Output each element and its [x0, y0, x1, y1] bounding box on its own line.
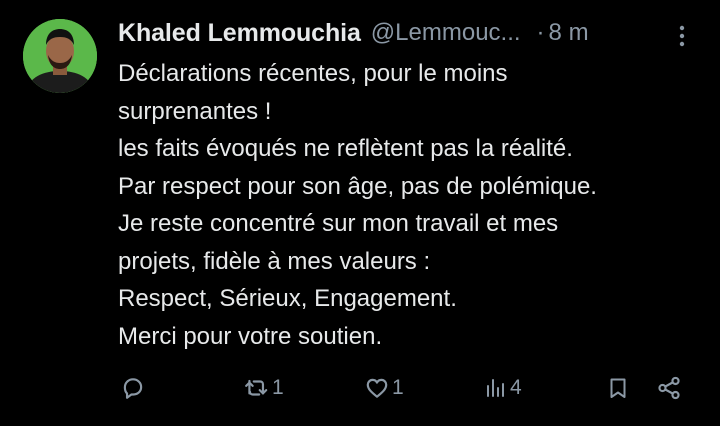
tweet-line: surprenantes !: [118, 97, 272, 125]
bookmark-button[interactable]: [606, 370, 630, 406]
retweet-count: 1: [272, 376, 284, 399]
tweet-line: projets, fidèle à mes valeurs :: [118, 247, 431, 275]
views-button[interactable]: 4: [484, 370, 522, 406]
author-name[interactable]: Khaled Lemmouchia: [118, 19, 361, 48]
tweet-line: Par respect pour son âge, pas de polémiq…: [118, 172, 597, 200]
avatar[interactable]: [23, 19, 97, 93]
profile-photo: [23, 19, 97, 93]
tweet-text: Déclarations récentes, pour le moins sur…: [118, 55, 708, 355]
more-icon[interactable]: [674, 22, 690, 50]
reply-button[interactable]: [120, 370, 148, 406]
tweet-line: les faits évoqués ne reflètent pas la ré…: [118, 135, 573, 162]
separator: ·: [536, 19, 545, 46]
tweet[interactable]: Khaled Lemmouchia @Lemmouc... · 8 m Décl…: [0, 0, 720, 426]
action-bar: 1 1 4: [0, 370, 720, 410]
heart-icon: [366, 378, 388, 398]
tweet-header: Khaled Lemmouchia @Lemmouc... · 8 m: [118, 16, 698, 50]
bookmark-icon: [610, 378, 626, 398]
retweet-button[interactable]: 1: [244, 370, 284, 406]
tweet-line: Merci pour votre soutien.: [118, 322, 383, 350]
like-button[interactable]: 1: [364, 370, 404, 406]
reply-icon: [123, 378, 143, 399]
tweet-line: Déclarations récentes, pour le moins: [118, 60, 508, 87]
share-button[interactable]: [656, 370, 682, 406]
retweet-icon: [245, 379, 268, 396]
like-count: 1: [392, 376, 404, 399]
author-handle[interactable]: @Lemmouc...: [371, 19, 521, 47]
tweet-line: Respect, Sérieux, Engagement.: [118, 285, 457, 312]
views-icon: [487, 379, 504, 397]
tweet-line: Je reste concentré sur mon travail et me…: [118, 210, 559, 237]
timestamp[interactable]: 8 m: [549, 19, 589, 47]
share-icon: [658, 376, 680, 400]
views-count: 4: [510, 376, 522, 399]
